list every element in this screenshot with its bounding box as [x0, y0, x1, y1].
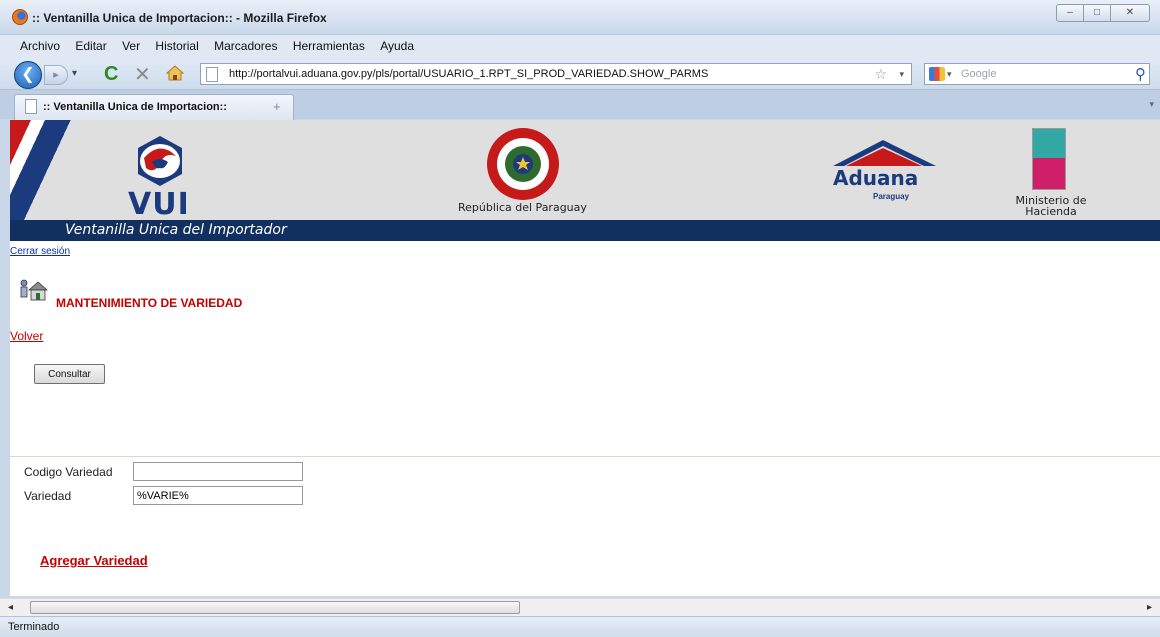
tab-page-icon: [25, 99, 37, 114]
menu-archivo[interactable]: Archivo: [18, 35, 62, 57]
add-variety-link[interactable]: Agregar Variedad: [40, 553, 148, 568]
form-separator: [10, 456, 1160, 457]
page-viewport: VUI República del Paraguay Aduana Paragu…: [10, 120, 1160, 596]
importer-bar: Ventanilla Unica del Importador: [10, 220, 1160, 241]
scroll-right-arrow-icon[interactable]: ▸: [1147, 602, 1152, 613]
url-text[interactable]: http://portalvui.aduana.gov.py/pls/porta…: [229, 68, 708, 80]
flag-stripe: [10, 120, 80, 220]
navigation-toolbar: ❮ ▸ ▾ C ✕ http://portalvui.aduana.gov.py…: [0, 59, 1160, 89]
aduana-text: Aduana: [833, 166, 919, 190]
paraguay-seal-icon: [487, 128, 559, 200]
aduana-subtext: Paraguay: [873, 192, 910, 201]
minimize-button[interactable]: –: [1056, 4, 1084, 22]
page-title: MANTENIMIENTO DE VARIEDAD: [56, 296, 243, 310]
window-titlebar: :: Ventanilla Unica de Importacion:: - M…: [0, 0, 1160, 35]
close-button[interactable]: ✕: [1110, 4, 1150, 22]
url-dropdown-icon[interactable]: ▾: [899, 69, 904, 80]
firefox-icon: [12, 9, 28, 25]
status-bar: Terminado: [0, 616, 1160, 637]
menu-editar[interactable]: Editar: [73, 35, 108, 57]
menu-bar: Archivo Editar Ver Historial Marcadores …: [0, 35, 1160, 59]
window-title: :: Ventanilla Unica de Importacion:: - M…: [32, 11, 327, 25]
google-icon[interactable]: [929, 67, 945, 81]
vui-text: VUI: [128, 187, 190, 222]
menu-ayuda[interactable]: Ayuda: [378, 35, 416, 57]
bookmark-star-icon[interactable]: ☆: [874, 66, 887, 83]
back-link[interactable]: Volver: [10, 329, 43, 343]
header-banner: VUI República del Paraguay Aduana Paragu…: [10, 120, 1160, 222]
reload-icon[interactable]: C: [104, 63, 118, 86]
stop-icon[interactable]: ✕: [134, 62, 151, 87]
history-dropdown-icon[interactable]: ▾: [72, 68, 77, 79]
horizontal-scrollbar[interactable]: ◂ ▸: [0, 598, 1160, 616]
ministerio-text: Ministerio de Hacienda: [1015, 194, 1087, 218]
tab-label[interactable]: :: Ventanilla Unica de Importacion::: [43, 101, 227, 113]
variedad-label: Variedad: [24, 489, 72, 503]
menu-marcadores[interactable]: Marcadores: [212, 35, 279, 57]
tab-ventanilla[interactable]: :: Ventanilla Unica de Importacion:: +: [14, 94, 294, 120]
page-icon: [206, 67, 218, 82]
maximize-button[interactable]: □: [1083, 4, 1111, 22]
status-text: Terminado: [8, 621, 60, 633]
ministerio-logo-icon: [1032, 128, 1066, 190]
forward-button[interactable]: ▸: [44, 65, 68, 85]
window-controls: – □ ✕: [1056, 4, 1150, 22]
variedad-input[interactable]: [133, 486, 303, 505]
republica-text: República del Paraguay: [458, 201, 587, 214]
search-placeholder[interactable]: Google: [961, 68, 996, 80]
menu-ver[interactable]: Ver: [120, 35, 142, 57]
logout-link[interactable]: Cerrar sesión: [10, 246, 70, 257]
url-bar[interactable]: http://portalvui.aduana.gov.py/pls/porta…: [200, 63, 912, 85]
search-icon[interactable]: ⚲: [1135, 65, 1146, 83]
menu-historial[interactable]: Historial: [153, 35, 200, 57]
importer-bar-text: Ventanilla Unica del Importador: [65, 222, 287, 238]
back-button[interactable]: ❮: [14, 61, 42, 89]
menu-herramientas[interactable]: Herramientas: [291, 35, 367, 57]
scrollbar-thumb[interactable]: [30, 601, 520, 614]
list-tabs-icon[interactable]: ▾: [1149, 99, 1154, 110]
search-box[interactable]: ▾ Google ⚲: [924, 63, 1150, 85]
consult-button[interactable]: Consultar: [34, 364, 105, 384]
new-tab-icon[interactable]: +: [273, 99, 281, 114]
scroll-left-icon[interactable]: ◂: [8, 602, 13, 613]
search-engine-dropdown-icon[interactable]: ▾: [947, 69, 952, 80]
codigo-variedad-label: Codigo Variedad: [24, 465, 113, 479]
codigo-variedad-input[interactable]: [133, 462, 303, 481]
house-user-icon: [20, 279, 48, 301]
home-icon[interactable]: [166, 65, 184, 81]
tab-bar: :: Ventanilla Unica de Importacion:: + ▾: [0, 89, 1160, 120]
